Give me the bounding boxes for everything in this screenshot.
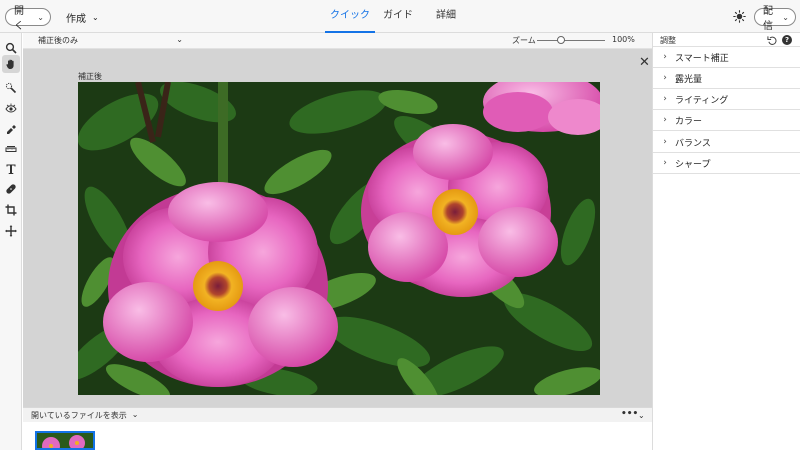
zoom-value: 100%	[612, 35, 635, 44]
share-button[interactable]: 配信 ⌄	[754, 6, 796, 32]
canvas-label: 補正後	[78, 72, 102, 81]
view-mode-select[interactable]: 補正後のみ ⌄	[38, 35, 183, 46]
chevron-right-icon: ›	[663, 52, 667, 62]
red-eye-tool[interactable]	[2, 99, 20, 117]
share-label: 配信	[763, 6, 773, 32]
tab-expert[interactable]: 詳細	[432, 0, 460, 33]
move-tool[interactable]	[2, 222, 20, 240]
quick-selection-tool[interactable]	[2, 79, 20, 97]
chevron-down-icon: ⌄	[131, 410, 139, 419]
zoom-slider-handle[interactable]	[556, 36, 565, 44]
crop-tool[interactable]	[2, 201, 20, 219]
section-balance[interactable]: › バランス	[653, 132, 800, 153]
section-smart-fix[interactable]: › スマート補正	[653, 47, 800, 68]
chevron-right-icon: ›	[663, 94, 667, 104]
whiten-teeth-tool[interactable]	[2, 119, 20, 137]
section-sharpen[interactable]: › シャープ	[653, 153, 800, 174]
section-exposure[interactable]: › 露光量	[653, 68, 800, 89]
photo-bin-bar: 開いているファイルを表示 ⌄ ••• ⌄	[23, 407, 652, 422]
more-options-icon[interactable]: •••	[621, 409, 638, 419]
close-icon[interactable]: ✕	[639, 55, 650, 70]
photo-bin-select[interactable]: 開いているファイルを表示 ⌄	[31, 410, 138, 421]
brightness-icon[interactable]	[733, 10, 746, 23]
section-label: シャープ	[675, 159, 711, 170]
zoom-label: ズーム	[512, 36, 536, 45]
zoom-slider-track[interactable]	[537, 40, 605, 41]
section-lighting[interactable]: › ライティング	[653, 89, 800, 110]
spot-healing-tool[interactable]	[2, 180, 20, 198]
create-menu[interactable]: 作成 ⌄	[66, 10, 99, 25]
zoom-icon	[5, 42, 17, 54]
photo-thumbnail[interactable]	[35, 431, 95, 450]
chevron-right-icon: ›	[663, 115, 667, 125]
section-label: バランス	[675, 138, 711, 149]
view-mode-value: 補正後のみ	[38, 36, 78, 45]
straighten-icon	[5, 146, 17, 152]
tab-guided[interactable]: ガイド	[380, 0, 416, 33]
straighten-tool[interactable]	[2, 139, 20, 157]
tab-quick-label: クイック	[330, 10, 370, 21]
tools-panel	[0, 33, 22, 450]
move-icon	[5, 225, 17, 237]
section-label: 露光量	[675, 74, 703, 85]
hand-icon	[6, 59, 14, 69]
tab-quick[interactable]: クイック	[325, 0, 375, 33]
text-tool[interactable]	[2, 160, 20, 178]
photo-bin-label: 開いているファイルを表示	[31, 411, 127, 420]
collapse-chevron-icon[interactable]: ⌄	[638, 411, 645, 420]
hand-tool[interactable]	[2, 55, 20, 73]
chevron-right-icon: ›	[663, 158, 667, 168]
crop-icon	[5, 204, 17, 216]
open-label: 開く	[14, 6, 24, 32]
peony-photo	[78, 82, 600, 395]
section-label: スマート補正	[675, 53, 729, 64]
peony-thumbnail-image	[37, 433, 93, 448]
tab-guided-label: ガイド	[383, 10, 413, 21]
whiten-teeth-icon	[7, 125, 16, 134]
panel-title: 調整	[660, 36, 676, 45]
open-button[interactable]: 開く ⌄	[5, 6, 51, 32]
spot-healing-icon	[6, 184, 16, 194]
top-bar: 開く ⌄ 作成 ⌄ クイック ガイド 詳細 配信 ⌄	[0, 0, 800, 33]
quick-selection-icon	[5, 82, 17, 94]
red-eye-icon	[5, 103, 17, 113]
chevron-right-icon: ›	[663, 73, 667, 83]
section-color[interactable]: › カラー	[653, 110, 800, 131]
section-label: カラー	[675, 116, 703, 127]
chevron-down-icon: ⌄	[37, 12, 44, 22]
chevron-down-icon: ⌄	[782, 12, 789, 22]
reset-icon[interactable]	[767, 35, 778, 45]
photo-canvas[interactable]	[78, 82, 600, 395]
adjustments-panel: 調整 ? › スマート補正 › 露光量 › ライティング › カラー › バラン…	[652, 33, 800, 450]
help-icon[interactable]: ?	[782, 35, 792, 45]
chevron-down-icon: ⌄	[176, 35, 183, 44]
section-label: ライティング	[675, 95, 729, 106]
chevron-right-icon: ›	[663, 137, 667, 147]
panel-header: 調整 ?	[653, 33, 800, 47]
text-icon	[6, 164, 16, 174]
create-label: 作成	[66, 14, 86, 25]
photo-bin	[23, 422, 652, 450]
chevron-down-icon: ⌄	[92, 13, 99, 22]
tab-expert-label: 詳細	[436, 10, 456, 21]
